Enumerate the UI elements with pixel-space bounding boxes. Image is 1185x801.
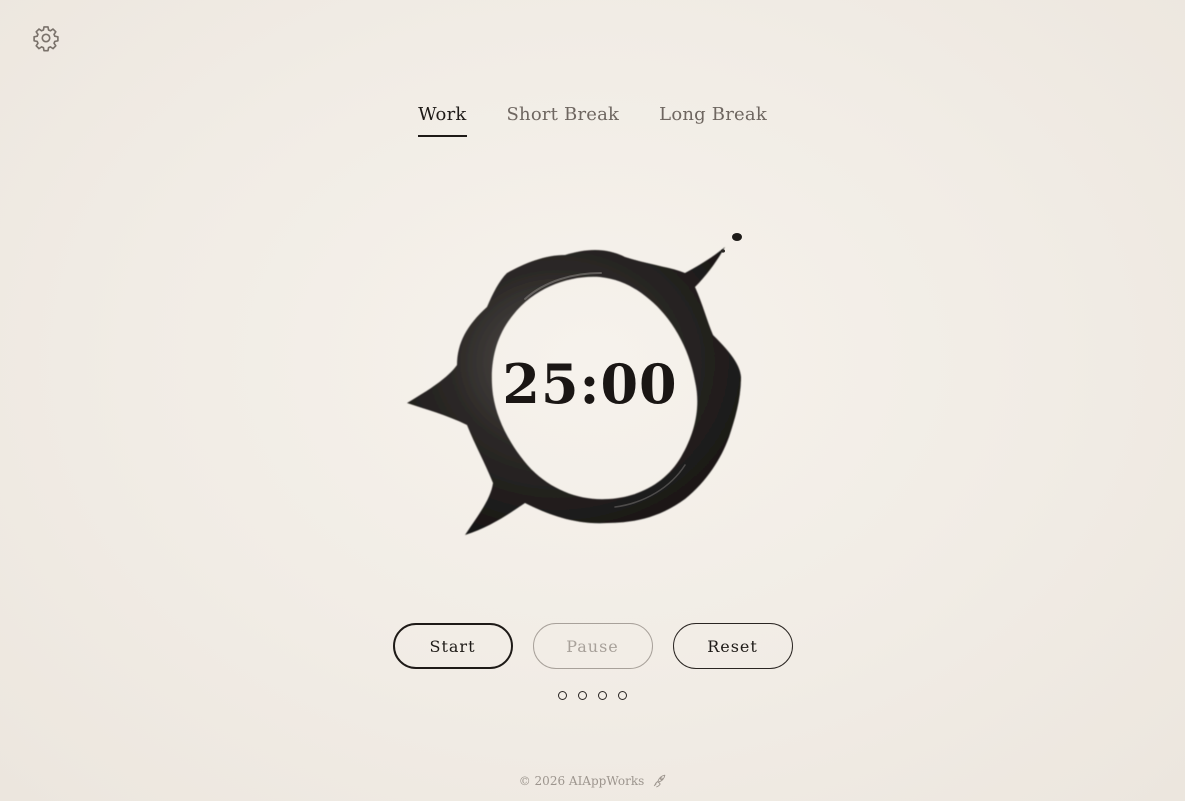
settings-button[interactable] [32, 24, 60, 52]
session-dot [618, 691, 627, 700]
session-indicators [0, 691, 1185, 700]
rocket-icon [654, 774, 666, 788]
session-dot [578, 691, 587, 700]
start-button[interactable]: Start [392, 623, 513, 669]
session-dot [558, 691, 567, 700]
mode-tabs: Work Short Break Long Break [0, 104, 1185, 137]
tab-long-break[interactable]: Long Break [659, 104, 767, 137]
timer-display: 25:00 [502, 352, 678, 416]
footer: © 2026 AIAppWorks [0, 774, 1185, 788]
tab-short-break[interactable]: Short Break [507, 104, 620, 137]
timer-controls: Start Pause Reset [0, 623, 1185, 669]
gear-icon [33, 26, 59, 52]
session-dot [598, 691, 607, 700]
pause-button[interactable]: Pause [532, 623, 653, 669]
tab-work[interactable]: Work [418, 104, 467, 137]
footer-copyright: © 2026 AIAppWorks [518, 774, 645, 788]
reset-button[interactable]: Reset [672, 623, 793, 669]
